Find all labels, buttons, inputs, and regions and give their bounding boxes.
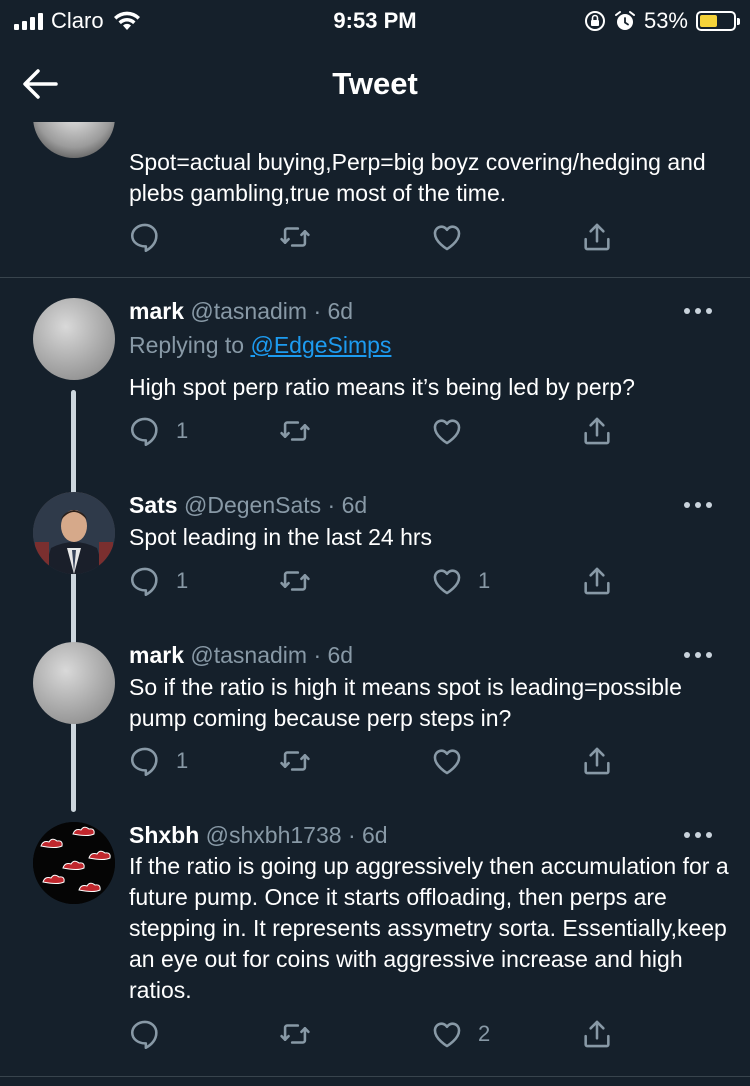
share-button[interactable] [580, 744, 614, 778]
retweet-button[interactable] [278, 414, 312, 448]
reply-icon [128, 220, 162, 254]
more-options-icon[interactable] [684, 308, 714, 316]
display-name[interactable]: mark [129, 642, 184, 668]
retweet-button[interactable] [278, 220, 312, 254]
reply-button[interactable]: 1 [128, 414, 188, 448]
display-name[interactable]: mark [129, 298, 184, 324]
share-button[interactable] [580, 414, 614, 448]
tweet-actions: 1 [0, 744, 750, 784]
replying-handle-link[interactable]: @EdgeSimps [250, 332, 391, 358]
reply-tweet[interactable]: mark @tasnadim · 6d Replying to @EdgeSim… [0, 278, 750, 760]
avatar[interactable] [33, 642, 115, 724]
reply-button[interactable] [128, 1017, 176, 1051]
tweet-top[interactable]: Spot=actual buying,Perp=big boyz coverin… [0, 0, 750, 278]
reply-button[interactable]: 1 [128, 564, 188, 598]
tweet-header: mark @tasnadim · 6d [129, 642, 353, 669]
handle-and-time: @tasnadim · 6d [190, 298, 354, 324]
tweet-actions: 1 [0, 414, 750, 454]
share-button[interactable] [580, 564, 614, 598]
tweet-text: If the ratio is going up aggressively th… [129, 853, 729, 1003]
retweet-icon [278, 564, 312, 598]
more-options-icon[interactable] [684, 502, 714, 510]
tweet-header: mark @tasnadim · 6d [129, 298, 353, 325]
divider [0, 1076, 750, 1077]
top-nav: Tweet [0, 48, 750, 122]
replying-prefix: Replying to [129, 332, 251, 358]
retweet-icon [278, 744, 312, 778]
heart-icon [430, 414, 464, 448]
handle-and-time: @DegenSats · 6d [183, 492, 368, 518]
avatar[interactable] [33, 822, 115, 904]
reply-icon [128, 744, 162, 778]
display-name[interactable]: Sats [129, 492, 178, 518]
reply-count: 1 [176, 748, 189, 773]
heart-icon [430, 564, 464, 598]
retweet-button[interactable] [278, 564, 312, 598]
handle-and-time: @tasnadim · 6d [190, 642, 354, 668]
share-icon [580, 564, 614, 598]
retweet-icon [278, 1017, 312, 1051]
more-options-icon[interactable] [684, 652, 714, 660]
page-title: Tweet [332, 66, 418, 101]
reply-button[interactable] [128, 220, 162, 254]
like-button[interactable] [430, 744, 478, 778]
reply-button[interactable]: 1 [128, 744, 188, 778]
share-button[interactable] [580, 1017, 614, 1051]
retweet-button[interactable] [278, 744, 312, 778]
retweet-button[interactable] [278, 1017, 312, 1051]
tweet-actions: 1 1 [0, 564, 750, 604]
reply-tweet[interactable]: mark @tasnadim · 6d So if the ratio is h… [0, 622, 750, 812]
avatar-photo [33, 492, 115, 574]
handle-and-time: @shxbh1738 · 6d [205, 822, 388, 848]
more-options-icon[interactable] [684, 832, 714, 840]
share-icon [580, 1017, 614, 1051]
like-count: 1 [478, 568, 491, 593]
reply-count: 1 [176, 418, 189, 443]
share-button[interactable] [580, 220, 614, 254]
heart-icon [430, 220, 464, 254]
reply-tweet[interactable]: Shxbh @shxbh1738 · 6d If the ratio is go… [0, 802, 750, 1078]
tweet-actions: 2 [0, 1017, 750, 1057]
reply-icon [128, 564, 162, 598]
like-button[interactable]: 1 [430, 564, 490, 598]
tweet-text: So if the ratio is high it means spot is… [129, 674, 682, 731]
reply-count: 1 [176, 568, 189, 593]
share-icon [580, 220, 614, 254]
avatar[interactable] [33, 298, 115, 380]
retweet-icon [278, 414, 312, 448]
tweet-header: Shxbh @shxbh1738 · 6d [129, 822, 388, 849]
display-name[interactable]: Shxbh [129, 822, 199, 848]
like-button[interactable]: 2 [430, 1017, 490, 1051]
share-icon [580, 414, 614, 448]
heart-icon [430, 744, 464, 778]
tweet-text: Spot leading in the last 24 hrs [129, 524, 433, 550]
like-button[interactable] [430, 220, 464, 254]
like-button[interactable] [430, 414, 478, 448]
reply-icon [128, 1017, 162, 1051]
reply-tweet[interactable]: Sats @DegenSats · 6d Spot leading in the… [0, 472, 750, 634]
tweet-text: High spot perp ratio means it’s being le… [129, 374, 635, 400]
share-icon [580, 744, 614, 778]
replying-to: Replying to @EdgeSimps [129, 332, 391, 359]
retweet-icon [278, 220, 312, 254]
tweet-actions [0, 220, 750, 260]
avatar[interactable] [33, 492, 115, 574]
akatsuki-cloud-pattern [33, 822, 115, 904]
tweet-text: Spot=actual buying,Perp=big boyz coverin… [129, 149, 706, 206]
tweet-header: Sats @DegenSats · 6d [129, 492, 367, 519]
heart-icon [430, 1017, 464, 1051]
like-count: 2 [478, 1021, 491, 1046]
reply-icon [128, 414, 162, 448]
